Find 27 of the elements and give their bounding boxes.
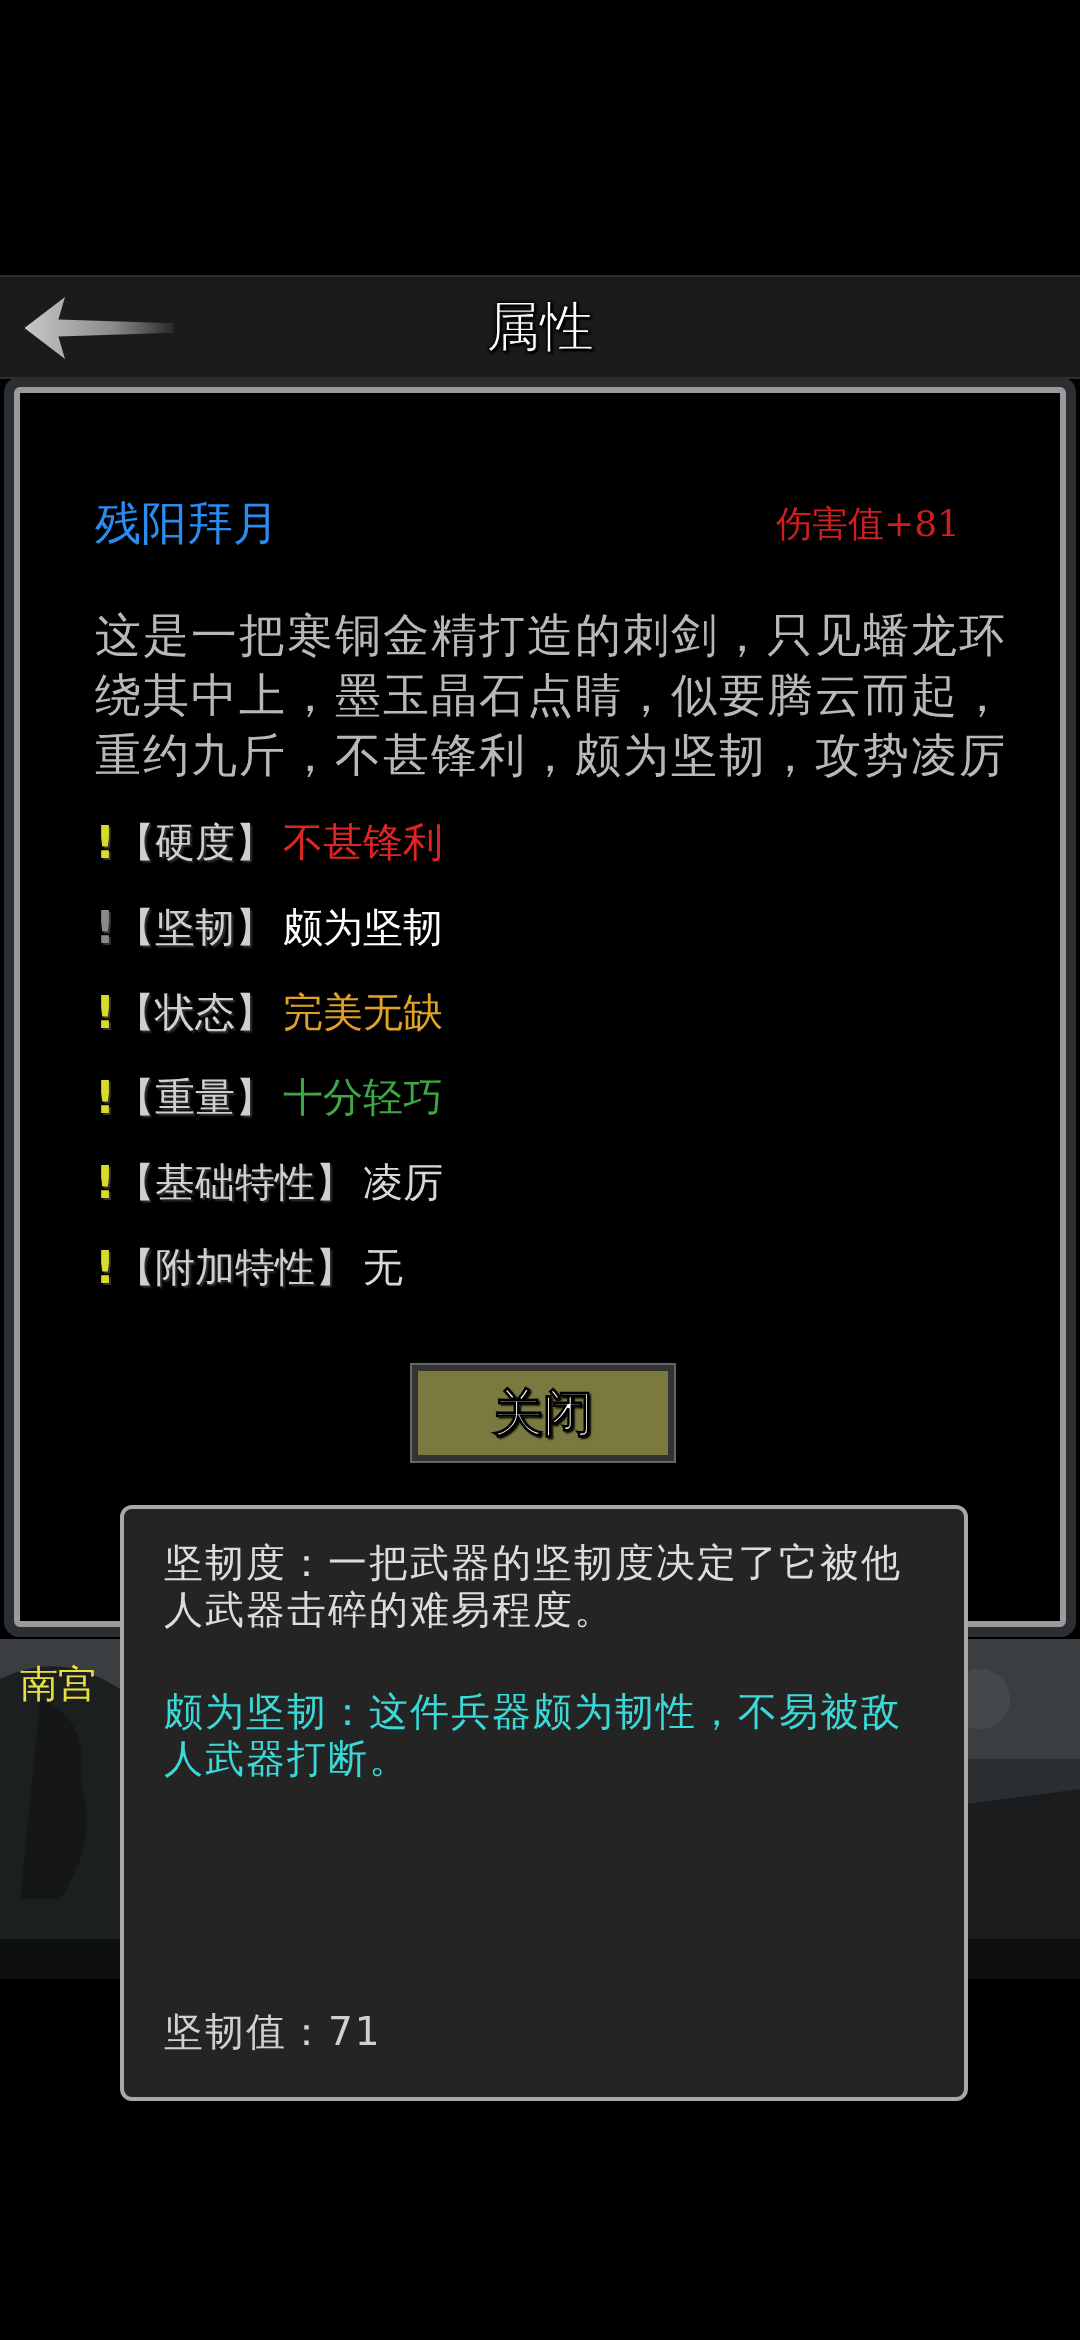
exclamation-icon: ! [95,902,115,953]
attribute-label: 【状态】 [115,988,275,1037]
attribute-label: 【基础特性】 [115,1158,355,1207]
exclamation-icon: ! [95,817,115,868]
tooltip-definition: 坚韧度：一把武器的坚韧度决定了它被他人武器击碎的难易程度。 [164,1539,903,1633]
attribute-label: 【硬度】 [115,818,275,867]
attribute-value: 凌厉 [363,1158,443,1207]
item-name: 残阳拜月 [95,495,279,552]
tooltip-detail: 颇为坚韧：这件兵器颇为韧性，不易被敌人武器打断。 [164,1688,903,1782]
attribute-label: 【坚韧】 [115,903,275,952]
attribute-value: 十分轻巧 [283,1073,443,1122]
item-description: 这是一把寒铜金精打造的刺剑，只见蟠龙环绕其中上，墨玉晶石点睛，似要腾云而起，重约九斤，不甚锋利，颇为坚韧，攻势凌厉 [95,607,1008,784]
attribute-label: 【附加特性】 [115,1243,355,1292]
screen-title: 属性 [486,293,594,360]
attribute-value: 不甚锋利 [283,818,443,867]
location-label: 南宫 [20,1661,96,1708]
exclamation-icon: ! [95,987,115,1038]
attribute-label: 【重量】 [115,1073,275,1122]
attribute-value: 无 [363,1243,403,1292]
damage-value: 伤害值+81 [776,501,960,546]
attribute-value: 颇为坚韧 [283,903,443,952]
exclamation-icon: ! [95,1072,115,1123]
attribute-value: 完美无缺 [283,988,443,1037]
close-button[interactable]: 关闭 [411,1365,674,1461]
tooltip-reading: 坚韧值：71 [164,2008,383,2055]
exclamation-icon: ! [95,1242,115,1293]
exclamation-icon: ! [95,1157,115,1208]
